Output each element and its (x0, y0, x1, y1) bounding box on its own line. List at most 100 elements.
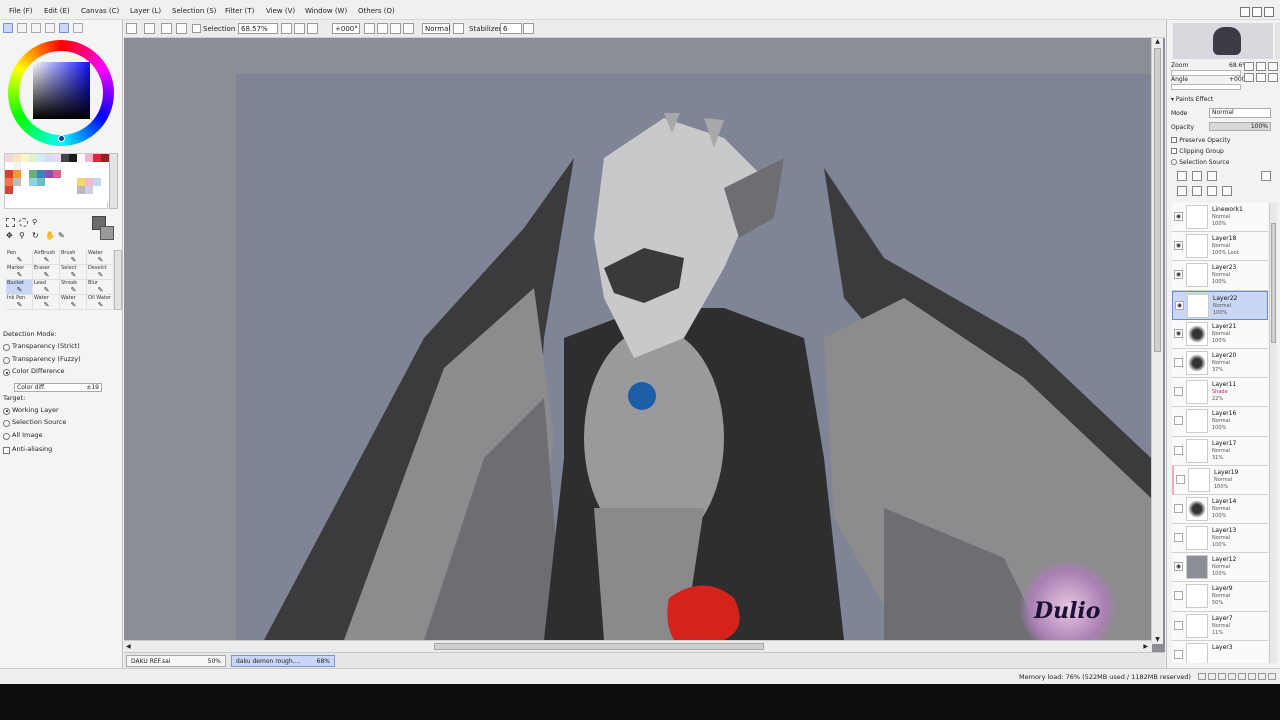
color-swatch[interactable] (37, 170, 45, 178)
color-swatch[interactable] (93, 178, 101, 186)
color-swatch[interactable] (13, 178, 21, 186)
menu-others[interactable]: Others (O) (358, 7, 395, 15)
tool-brush[interactable]: Brush ✎ (60, 250, 87, 265)
visibility-eye-icon[interactable] (1174, 620, 1183, 630)
color-swatch[interactable] (5, 194, 13, 202)
color-swatch[interactable] (37, 162, 45, 170)
color-swatch[interactable] (53, 162, 61, 170)
color-swatch[interactable] (101, 162, 109, 170)
navigator-thumbnail[interactable] (1173, 23, 1273, 59)
color-swatch[interactable] (53, 194, 61, 202)
color-swatch[interactable] (69, 194, 77, 202)
color-swatch[interactable] (77, 154, 85, 162)
color-swatch[interactable] (45, 194, 53, 202)
layer-row[interactable]: Layer11 Shade 22% (1172, 378, 1268, 408)
color-swatch[interactable] (61, 154, 69, 162)
select-all-icon[interactable] (161, 23, 172, 34)
visibility-eye-icon[interactable] (1176, 474, 1185, 484)
blend-mode-select[interactable]: Normal (422, 23, 450, 34)
hue-marker[interactable] (58, 135, 65, 142)
color-swatch[interactable] (21, 186, 29, 194)
menu-selection[interactable]: Selection (S) (172, 7, 216, 15)
tool-select[interactable]: Select ✎ (60, 265, 87, 280)
nav-rotate-right-icon[interactable] (1256, 73, 1266, 82)
layer-row[interactable]: ◉ Layer12 Normal 100% (1172, 553, 1268, 583)
visibility-eye-icon[interactable] (1174, 503, 1183, 513)
clear-layer-icon[interactable] (1207, 186, 1217, 196)
visibility-eye-icon[interactable] (1174, 387, 1183, 397)
color-swatch[interactable] (13, 154, 21, 162)
stabilizer-select[interactable]: 6 (500, 23, 522, 34)
rect-select-icon[interactable] (6, 218, 15, 227)
rotate-right-icon[interactable] (377, 23, 388, 34)
new-layer-icon[interactable] (1177, 171, 1187, 181)
selection-source-checkbox[interactable]: Selection Source (1171, 158, 1229, 166)
rotate-reset-icon[interactable] (390, 23, 401, 34)
visibility-eye-icon[interactable] (1174, 533, 1183, 543)
color-swatch[interactable] (77, 170, 85, 178)
nav-zoom-in-icon[interactable] (1256, 62, 1266, 71)
color-swatch[interactable] (85, 186, 93, 194)
color-swatch[interactable] (45, 186, 53, 194)
visibility-eye-icon[interactable] (1174, 591, 1183, 601)
layer-row[interactable]: Layer19 Normal 100% (1172, 465, 1268, 495)
tool-deselct[interactable]: Deselct ✎ (87, 265, 114, 280)
deselect-icon[interactable] (176, 23, 187, 34)
color-swatch[interactable] (45, 162, 53, 170)
layer-row[interactable]: ◉ Layer22 Normal 100% (1172, 290, 1268, 320)
scroll-up-icon[interactable]: ▲ (1154, 38, 1161, 46)
color-swatch[interactable] (5, 178, 13, 186)
layer-row[interactable]: Layer9 Normal 50% (1172, 582, 1268, 612)
color-swatch[interactable] (13, 186, 21, 194)
color-swatch[interactable] (29, 154, 37, 162)
layer-scrollbar[interactable] (1269, 203, 1277, 663)
visibility-eye-icon[interactable]: ◉ (1174, 562, 1183, 572)
clipping-group-checkbox[interactable]: Clipping Group (1171, 147, 1224, 155)
tool-scrollbar[interactable] (114, 250, 122, 310)
color-swatch[interactable] (45, 154, 53, 162)
layer-row[interactable]: Layer14 Normal 100% (1172, 494, 1268, 525)
color-swatch[interactable] (29, 170, 37, 178)
tool-water[interactable]: Water ✎ (87, 250, 114, 265)
layer-row[interactable]: Layer13 Normal 100% (1172, 524, 1268, 554)
color-swatch[interactable] (93, 154, 101, 162)
visibility-eye-icon[interactable] (1174, 649, 1183, 659)
color-swatch[interactable] (21, 162, 29, 170)
new-linework-layer-icon[interactable] (1192, 171, 1202, 181)
menu-canvas[interactable]: Canvas (C) (81, 7, 119, 15)
color-swatch[interactable] (53, 170, 61, 178)
visibility-eye-icon[interactable] (1174, 445, 1183, 455)
color-swatch[interactable] (13, 170, 21, 178)
color-swatch[interactable] (85, 154, 93, 162)
tool-water[interactable]: Water ✎ (60, 295, 87, 310)
rotate-left-icon[interactable] (364, 23, 375, 34)
tool-marker[interactable]: Marker ✎ (6, 265, 33, 280)
menu-view[interactable]: View (V) (266, 7, 295, 15)
zoom-reset-icon[interactable] (307, 23, 318, 34)
angle-field[interactable]: +000° (332, 23, 360, 34)
visibility-eye-icon[interactable] (1174, 357, 1183, 367)
color-diff-slider[interactable]: Color diff. ±19 (14, 383, 102, 392)
layer-row[interactable]: Layer20 Normal 37% (1172, 348, 1268, 379)
palette-mode-icon[interactable] (59, 23, 69, 33)
zoom-out-icon[interactable] (281, 23, 292, 34)
layer-row[interactable]: ◉ Layer23 Normal 100% (1172, 261, 1268, 291)
zoom-icon[interactable]: ⚲ (19, 231, 28, 240)
blend-dropdown-icon[interactable] (453, 23, 464, 34)
layer-panel-close-icon[interactable] (1261, 171, 1271, 181)
color-swatch[interactable] (21, 154, 29, 162)
layer-scroll-thumb[interactable] (1271, 223, 1276, 343)
restore-icon[interactable] (1252, 7, 1262, 17)
saturation-value-box[interactable] (33, 62, 90, 119)
transfer-down-icon[interactable] (1177, 186, 1187, 196)
layer-opacity-slider[interactable]: 100% (1209, 122, 1271, 131)
visibility-eye-icon[interactable]: ◉ (1174, 241, 1183, 251)
nav-zoom-out-icon[interactable] (1244, 62, 1254, 71)
navigator-scrollbar[interactable] (1275, 23, 1280, 59)
nav-rotate-left-icon[interactable] (1244, 73, 1254, 82)
color-swatch[interactable] (85, 170, 93, 178)
color-swatch[interactable] (29, 178, 37, 186)
zoom-field[interactable]: 68.57% (238, 23, 278, 34)
tool-lead[interactable]: Lead ✎ (33, 280, 60, 295)
color-swatch[interactable] (77, 186, 85, 194)
